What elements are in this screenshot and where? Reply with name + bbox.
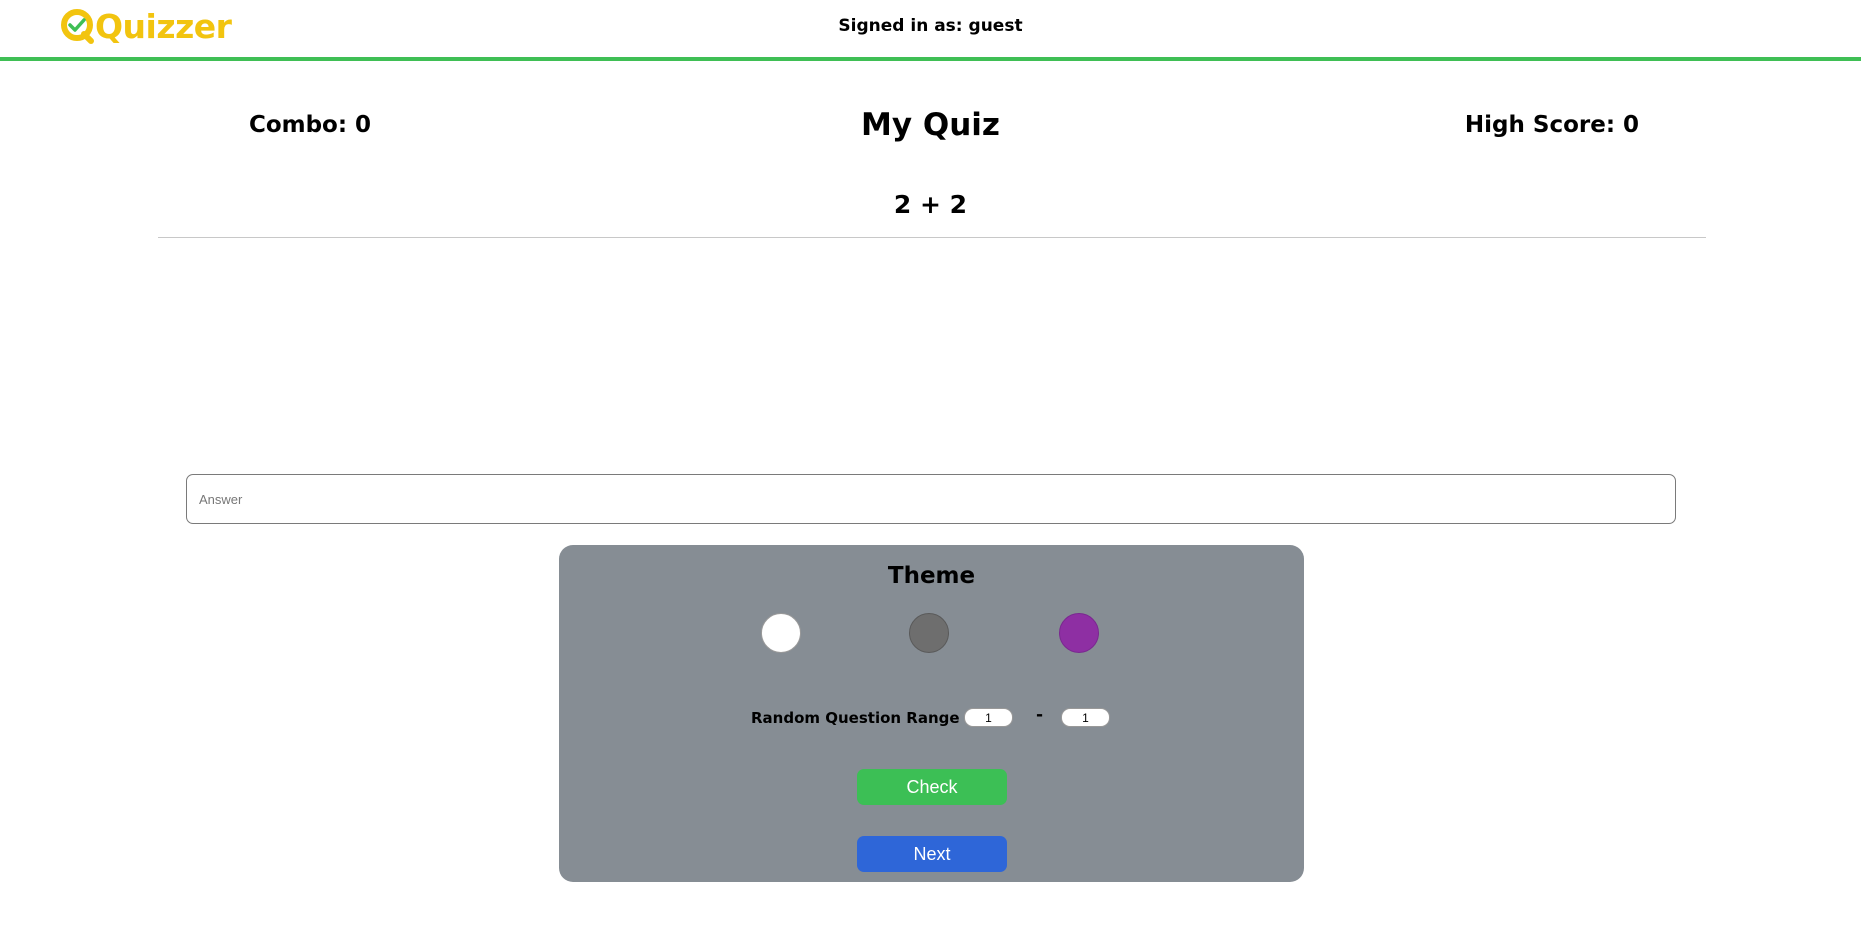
check-button[interactable]: Check: [857, 769, 1007, 805]
question-text: 2 + 2: [893, 190, 968, 219]
high-score: High Score: 0: [1464, 112, 1640, 138]
answer-input[interactable]: [186, 474, 1676, 524]
theme-swatch-purple[interactable]: [1059, 613, 1099, 653]
theme-heading: Theme: [887, 563, 976, 589]
next-button[interactable]: Next: [857, 836, 1007, 872]
range-max-input[interactable]: [1061, 708, 1110, 727]
range-min-input[interactable]: [964, 708, 1013, 727]
range-separator: -: [1036, 705, 1044, 725]
theme-swatch-grey[interactable]: [909, 613, 949, 653]
theme-swatch-white[interactable]: [761, 613, 801, 653]
signed-in-status: Signed in as: guest: [838, 16, 1023, 36]
question-divider: [158, 237, 1706, 238]
settings-panel: Theme Random Question Range - Check Next: [559, 545, 1304, 882]
top-navbar: Quizzer Signed in as: guest: [0, 0, 1861, 61]
random-range-label: Random Question Range: [751, 709, 960, 727]
